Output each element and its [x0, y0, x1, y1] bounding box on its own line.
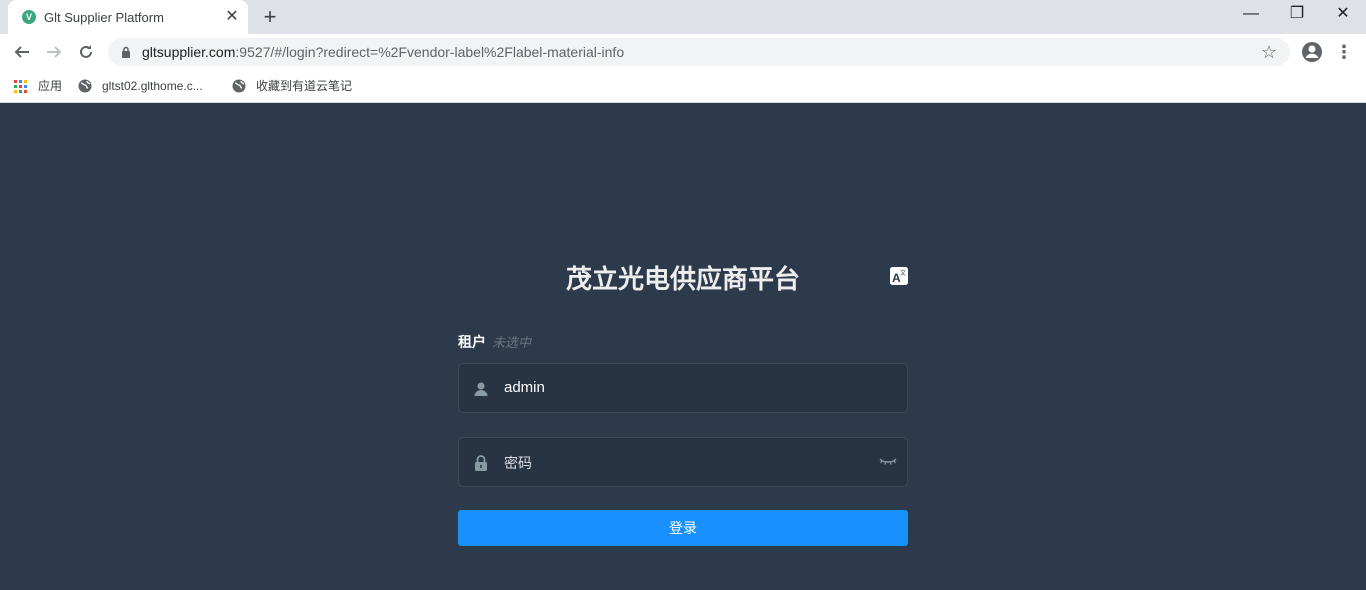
tab-title: Glt Supplier Platform: [44, 10, 164, 25]
browser-window: V Glt Supplier Platform ✕ + — ❐ ✕ gltsup…: [0, 0, 1366, 590]
bookmark-label: 收藏到有道云笔记: [256, 79, 353, 93]
address-bar[interactable]: gltsupplier.com:9527/#/login?redirect=%2…: [108, 38, 1290, 66]
bookmark-star-icon[interactable]: ☆: [1259, 42, 1279, 62]
browser-toolbar: gltsupplier.com:9527/#/login?redirect=%2…: [0, 34, 1366, 70]
arrow-left-icon: [14, 46, 29, 58]
tenant-value: 未选中: [492, 335, 532, 350]
svg-text:文: 文: [900, 269, 906, 277]
tab-strip: V Glt Supplier Platform ✕ + — ❐ ✕: [0, 0, 1366, 34]
more-menu-icon[interactable]: ⋮: [1334, 40, 1354, 64]
url-host: gltsupplier.com: [142, 44, 236, 60]
bookmarks-bar: 应用 gltst02.glthome.c... 收藏到有道云笔记: [0, 70, 1366, 103]
user-icon: [474, 382, 488, 396]
vue-favicon-icon: V: [22, 10, 36, 24]
eye-closed-icon[interactable]: [879, 455, 897, 469]
bookmark-label: 应用: [38, 79, 63, 93]
globe-icon: [232, 79, 246, 93]
login-button[interactable]: 登录: [458, 510, 908, 546]
reload-button[interactable]: [72, 38, 100, 66]
language-switch-icon[interactable]: A 文: [890, 267, 908, 285]
profile-avatar-icon[interactable]: [1301, 41, 1323, 63]
forward-button[interactable]: [40, 38, 68, 66]
reload-icon: [80, 45, 92, 58]
username-field[interactable]: admin: [458, 363, 908, 413]
minimize-button[interactable]: —: [1237, 4, 1265, 24]
maximize-button[interactable]: ❐: [1283, 4, 1311, 24]
password-field[interactable]: 密码: [458, 437, 908, 487]
new-tab-button[interactable]: +: [258, 5, 282, 29]
username-input[interactable]: admin: [504, 379, 545, 396]
password-input[interactable]: 密码: [504, 453, 532, 473]
lock-icon: [475, 455, 487, 471]
tab-close-icon[interactable]: ✕: [222, 7, 242, 27]
arrow-right-icon: [47, 46, 62, 58]
bookmark-label: gltst02.glthome.c...: [102, 79, 203, 93]
tenant-label: 租户: [458, 334, 486, 350]
tenant-selector[interactable]: 租户 未选中: [458, 332, 531, 352]
close-window-button[interactable]: ✕: [1329, 4, 1357, 24]
url-path: :9527/#/login?redirect=%2Fvendor-label%2…: [235, 44, 625, 60]
url-text: gltsupplier.com:9527/#/login?redirect=%2…: [142, 44, 624, 60]
apps-grid-icon: [14, 80, 27, 93]
page-title: 茂立光电供应商平台: [565, 264, 800, 294]
active-tab[interactable]: V Glt Supplier Platform ✕: [8, 0, 248, 34]
back-button[interactable]: [8, 38, 36, 66]
lock-icon: [122, 46, 130, 58]
globe-icon: [78, 79, 92, 93]
login-page: 茂立光电供应商平台 A 文 租户 未选中 admin 密码 登录: [0, 103, 1366, 590]
